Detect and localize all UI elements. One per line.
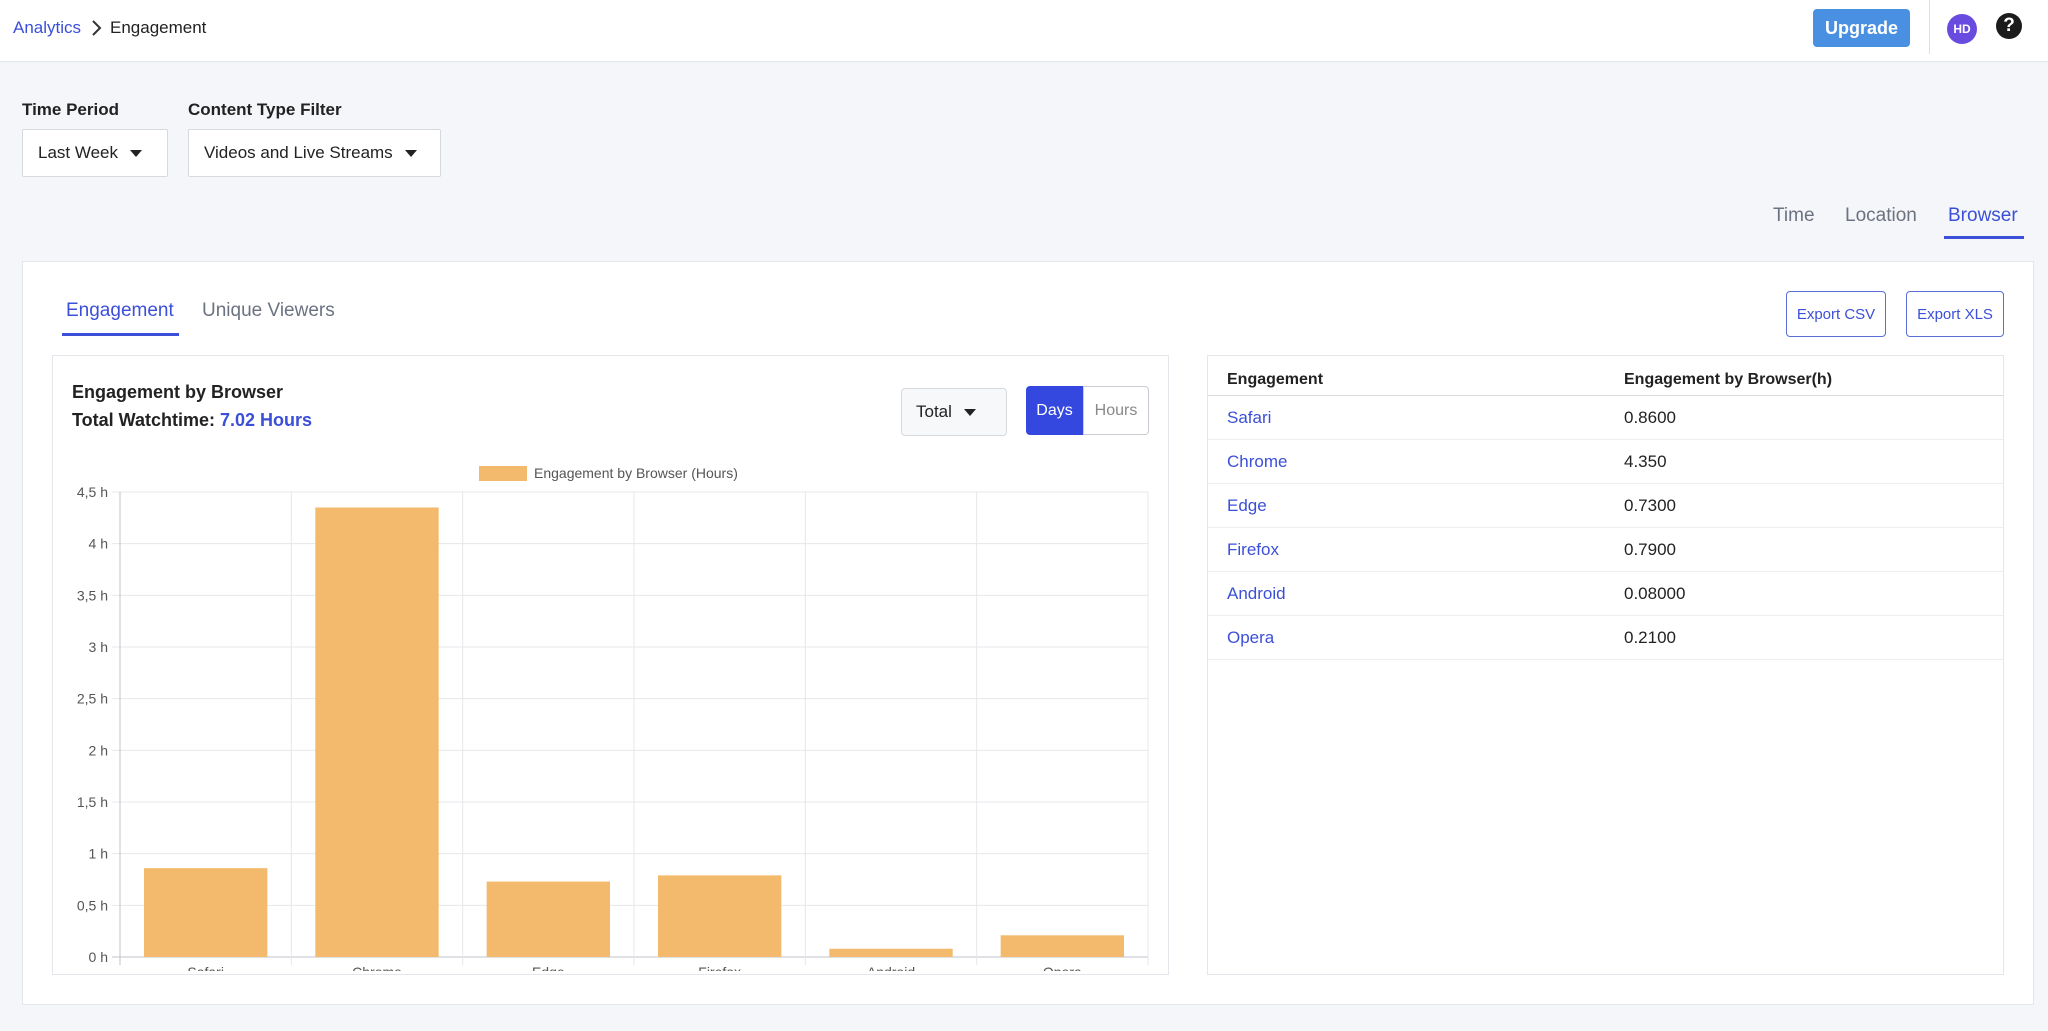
caret-down-icon [963, 408, 976, 416]
bar-safari [143, 868, 268, 957]
y-tick-label: 3,5 h [77, 587, 108, 603]
export-xls-button[interactable]: Export XLS [1906, 291, 2004, 337]
bar-chart: Engagement by Browser (Hours) 0 h 0,5 h 1 h… [77, 465, 1149, 971]
x-tick-label: Safari [187, 964, 224, 971]
table-row-value: 0.08000 [1624, 584, 1686, 603]
table-row-name[interactable]: Firefox [1227, 540, 1279, 560]
aggregate-dropdown[interactable]: Total [901, 388, 1007, 436]
tab-location[interactable]: Location [1845, 205, 1917, 227]
header-divider [1929, 0, 1930, 54]
time-period-value: Last Week [38, 143, 119, 162]
upgrade-button[interactable]: Upgrade [1813, 9, 1910, 47]
table-header-value: Engagement by Browser(h) [1624, 371, 1833, 388]
chevron-right-icon [92, 20, 102, 36]
caret-down-icon [130, 149, 143, 157]
table-row-divider [1208, 483, 2003, 484]
table-row-value: 4.350 [1624, 452, 1667, 471]
y-tick-label: 1 h [89, 846, 108, 862]
time-period-dropdown[interactable]: Last Week [22, 129, 168, 177]
table-row-divider [1208, 571, 2003, 572]
y-tick-label: 0 h [89, 949, 108, 965]
table-row-divider [1208, 439, 2003, 440]
x-tick-label: Android [867, 964, 915, 971]
y-tick-label: 2 h [89, 742, 108, 758]
hours-toggle-button[interactable]: Hours [1083, 386, 1149, 435]
table-row-divider [1208, 527, 2003, 528]
chart-title: Engagement by Browser [72, 382, 284, 402]
help-icon[interactable]: ? [1996, 13, 2022, 39]
avatar[interactable]: HD [1947, 14, 1977, 44]
table-row-name[interactable]: Opera [1227, 628, 1274, 648]
table-header-engagement: Engagement [1227, 371, 1324, 388]
total-watchtime: Total Watchtime: 7.02 Hours [72, 410, 312, 431]
table-row-name[interactable]: Android [1227, 584, 1286, 604]
total-watchtime-value: 7.02 Hours [220, 410, 313, 430]
total-watchtime-label: Total Watchtime: [72, 410, 215, 430]
bar-chrome [315, 507, 439, 957]
tab-engagement-indicator [62, 333, 179, 336]
legend-swatch [479, 466, 527, 481]
top-bar: Analytics Engagement Upgrade HD ? [0, 0, 2048, 62]
bar-edge [486, 881, 611, 957]
table-row-value: 0.7900 [1624, 540, 1676, 559]
y-tick-label: 1,5 h [77, 794, 108, 810]
days-toggle-button[interactable]: Days [1026, 386, 1083, 435]
breadcrumb-current: Engagement [110, 18, 207, 37]
y-tick-label: 2,5 h [77, 691, 108, 707]
tab-browser[interactable]: Browser [1948, 205, 2018, 227]
legend-label: Engagement by Browser (Hours) [534, 465, 738, 481]
table-row-name[interactable]: Chrome [1227, 452, 1287, 472]
table-row-name[interactable]: Edge [1227, 496, 1267, 516]
x-tick-label: Firefox [698, 964, 741, 971]
bar-opera [1000, 935, 1125, 957]
export-csv-button[interactable]: Export CSV [1786, 291, 1886, 337]
table-row-value: 0.8600 [1624, 408, 1676, 427]
table-row-value: 0.2100 [1624, 628, 1676, 647]
y-tick-label: 3 h [89, 639, 108, 655]
x-tick-label: Edge [532, 964, 565, 971]
bar-firefox [657, 875, 782, 957]
table-row-divider [1208, 615, 2003, 616]
y-tick-label: 4,5 h [77, 484, 108, 500]
aggregate-value: Total [916, 402, 952, 421]
tab-time[interactable]: Time [1773, 205, 1815, 227]
tab-browser-indicator [1944, 236, 2024, 239]
time-period-label: Time Period [22, 100, 119, 119]
table-panel [1207, 355, 2004, 975]
content-type-label: Content Type Filter [188, 100, 342, 119]
x-tick-label: Chrome [352, 964, 402, 971]
table-row-divider [1208, 659, 2003, 660]
breadcrumb-analytics-link[interactable]: Analytics [13, 18, 81, 38]
table-row-value: 0.7300 [1624, 496, 1676, 515]
table-header-divider [1208, 395, 2003, 396]
table-row-name[interactable]: Safari [1227, 408, 1271, 428]
caret-down-icon [404, 149, 417, 157]
content-type-dropdown[interactable]: Videos and Live Streams [188, 129, 441, 177]
y-tick-label: 0,5 h [77, 897, 108, 913]
chart-legend: Engagement by Browser (Hours) [479, 465, 738, 481]
y-tick-label: 4 h [89, 536, 108, 552]
tab-unique-viewers[interactable]: Unique Viewers [202, 300, 335, 322]
content-type-value: Videos and Live Streams [204, 143, 393, 162]
bar-android [829, 948, 953, 957]
tab-engagement[interactable]: Engagement [66, 300, 174, 322]
x-tick-label: Opera [1043, 964, 1082, 971]
